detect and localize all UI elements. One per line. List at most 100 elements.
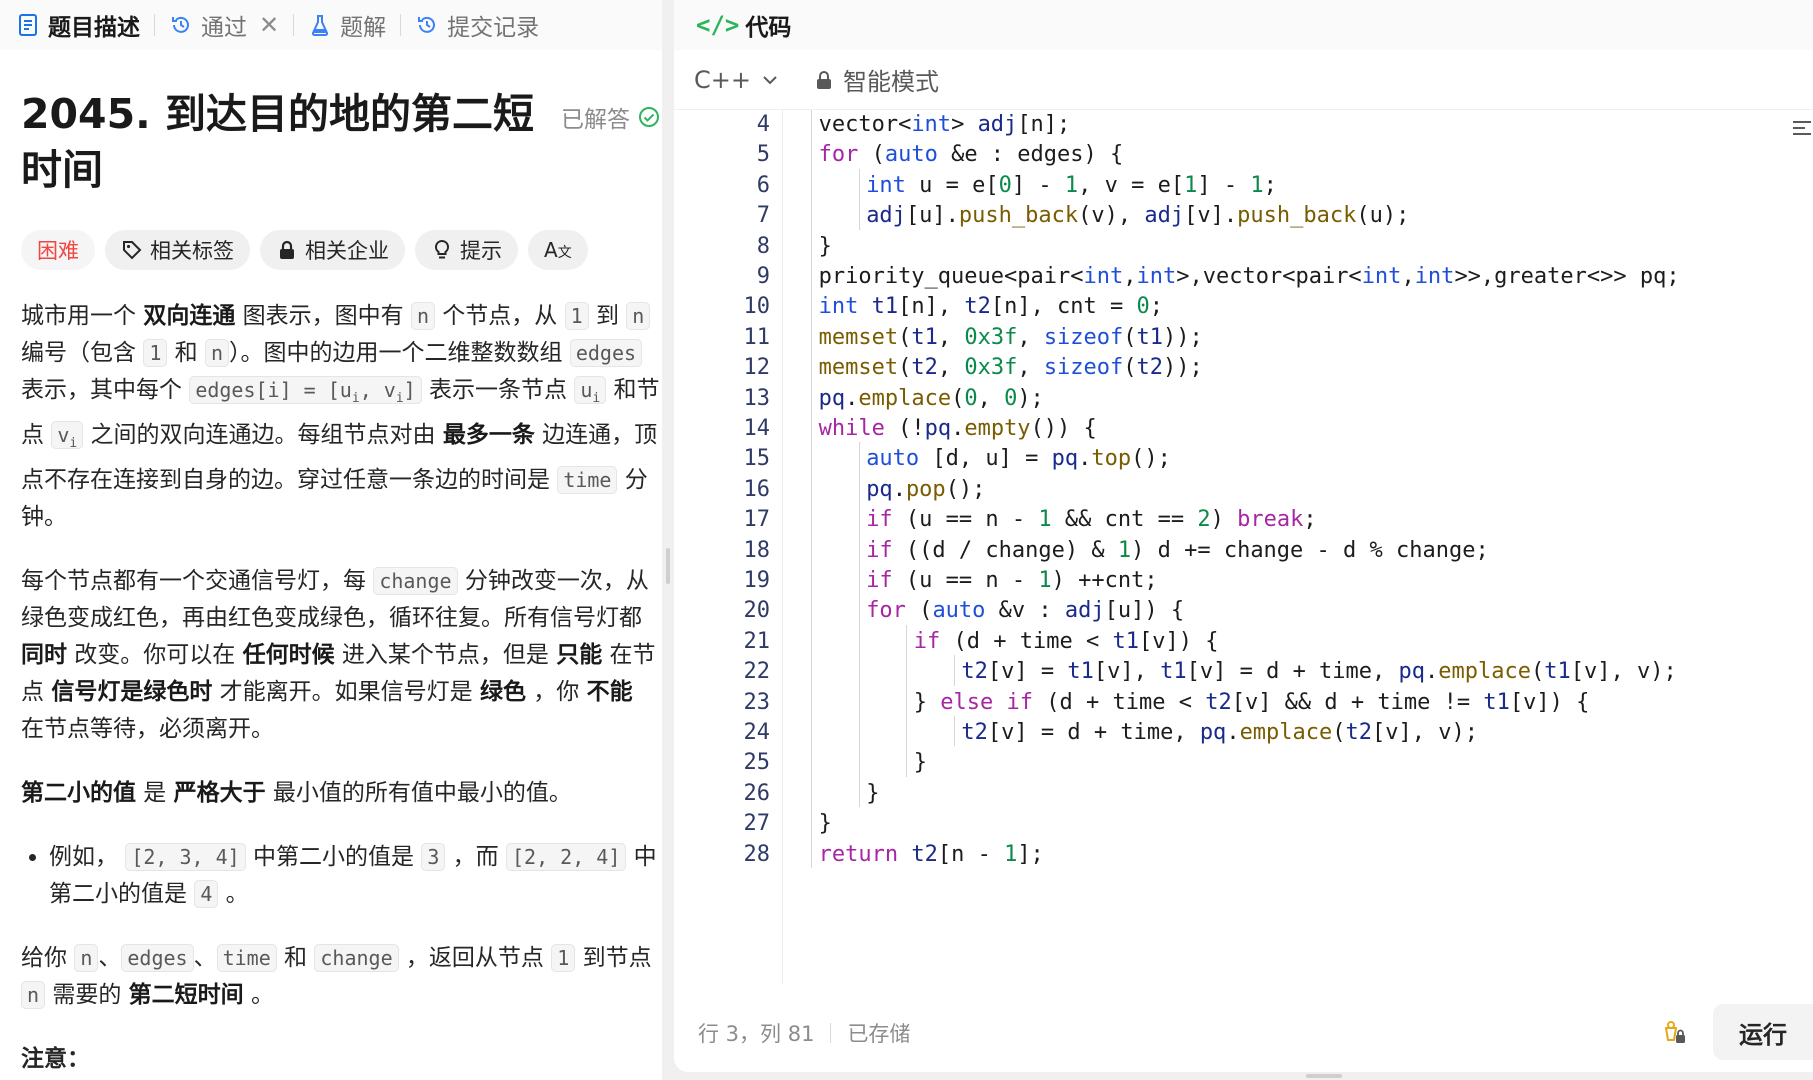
line-number: 7: [756, 203, 770, 229]
indent-guide: [811, 533, 812, 564]
editor-toolbar: C++ 智能模式: [674, 50, 1813, 135]
code-line: priority_queue<pair<int,int>,vector<pair…: [819, 264, 1680, 289]
text: 才能离开。如果信号灯是: [212, 679, 480, 705]
indent-guide: [811, 472, 812, 504]
indent-guide: [858, 168, 860, 200]
text: 给你: [21, 945, 75, 971]
document-icon: [16, 13, 40, 37]
code-token: sizeof: [1043, 324, 1124, 350]
code-token: &v :: [985, 598, 1065, 624]
indent-guide: [858, 503, 860, 534]
code-token: t2: [911, 841, 938, 867]
code-token: .: [892, 476, 906, 502]
inline-code: n: [204, 339, 230, 367]
resize-grip[interactable]: [666, 548, 670, 584]
line-number: 16: [743, 476, 771, 502]
flask-icon: [308, 13, 332, 37]
code-token: (: [1123, 355, 1137, 381]
note-heading: 注意：: [21, 1046, 90, 1072]
panel-resize-handle[interactable]: [662, 0, 674, 1080]
code-token: vector<: [818, 112, 912, 137]
code-token: pq: [1398, 659, 1426, 685]
page-title[interactable]: 2045. 到达目的地的第二短时间: [21, 86, 541, 198]
list-item: 例如， [2, 3, 4] 中第二小的值是 3 ，而 [2, 2, 4] 中第二…: [49, 839, 661, 913]
history-icon: [169, 13, 193, 37]
hint-button[interactable]: 提示: [415, 230, 518, 270]
code-line: memset(t2, 0x3f, sizeof(t2));: [819, 355, 1203, 380]
code-token: [n],: [898, 294, 965, 320]
code-token: for: [866, 598, 906, 624]
code-token: memset: [818, 324, 899, 350]
tab-description[interactable]: 题目描述: [16, 0, 140, 50]
text: 中第二小的值是: [245, 844, 422, 870]
related-tags-button[interactable]: 相关标签: [105, 230, 250, 270]
inline-code: vi: [51, 421, 84, 451]
code-token: t1: [1483, 689, 1510, 715]
code-token: ,: [937, 324, 965, 350]
inline-code: [2, 3, 4]: [125, 843, 246, 871]
text: ）。图中的边用一个二维整数数组: [229, 340, 570, 366]
language-select[interactable]: C++: [694, 66, 779, 94]
text: 城市用一个: [21, 303, 144, 329]
indent-guide: [858, 776, 860, 808]
code-token: 1: [1184, 172, 1198, 198]
text: u: [580, 378, 593, 402]
run-button[interactable]: 运行: [1713, 1004, 1813, 1060]
code-token: top: [1091, 446, 1132, 472]
code-token: [v]) {: [1138, 628, 1219, 654]
code-token: ;: [1303, 507, 1317, 533]
related-tags-label: 相关标签: [150, 239, 234, 263]
code-token: push_back: [958, 203, 1079, 229]
code-line: t2[v] = d + time, pq.emplace(t2[v], v);: [961, 720, 1478, 745]
code-token: [v]) {: [1509, 689, 1590, 715]
text: ，你: [525, 679, 587, 705]
code-token: if: [866, 507, 893, 533]
code-token: ,: [1123, 264, 1137, 289]
translate-button[interactable]: A文: [528, 230, 588, 270]
code-line: if (u == n - 1 && cnt == 2) break;: [866, 507, 1316, 532]
inline-code: change: [314, 944, 399, 972]
solved-status: 已解答: [561, 100, 660, 134]
tab-passed[interactable]: 通过 ✕: [169, 0, 279, 50]
code-token: t1: [871, 294, 899, 320]
code-token: .: [1425, 659, 1439, 685]
code-token: [v].: [1184, 203, 1238, 229]
code-line: if (d + time < t1[v]) {: [914, 629, 1219, 654]
code-token: t1: [1136, 324, 1164, 350]
code-panel-title: 代码: [745, 15, 792, 41]
related-companies-button[interactable]: 相关企业: [260, 230, 405, 270]
code-token: push_back: [1237, 203, 1357, 229]
code-token: pq: [1199, 720, 1227, 745]
indent-guide: [811, 503, 812, 534]
example-list: 例如， [2, 3, 4] 中第二小的值是 3 ，而 [2, 2, 4] 中第二…: [21, 839, 661, 913]
debug-icon[interactable]: [1658, 1018, 1688, 1048]
indent-guide: [811, 564, 812, 595]
code-token: int: [818, 294, 859, 320]
emphasis: 双向连通: [143, 303, 236, 329]
tab-separator: [400, 14, 402, 36]
code-token: auto: [866, 446, 920, 472]
code-token: 1: [1117, 537, 1132, 563]
difficulty-badge: 困难: [21, 230, 95, 270]
line-number: 26: [743, 780, 771, 806]
code-editor[interactable]: 4 vector<int> adj[n]; 5 for (auto &e : edge…: [674, 110, 1813, 984]
smart-mode-toggle[interactable]: 智能模式: [815, 62, 939, 97]
indent-guide: [953, 716, 955, 747]
text: 需要的: [45, 982, 129, 1008]
code-token: 1: [1250, 172, 1264, 198]
code-token: (d + time <: [940, 628, 1113, 654]
code-line: while (!pq.empty()) {: [819, 416, 1097, 441]
code-token: t1: [1112, 628, 1139, 654]
code-token: ) ++cnt;: [1051, 568, 1158, 593]
code-token: adj: [977, 112, 1018, 137]
close-icon[interactable]: ✕: [259, 11, 279, 39]
code-token: [n];: [1017, 112, 1071, 137]
code-token: t2: [1205, 689, 1232, 715]
tab-solutions[interactable]: 题解: [308, 0, 386, 50]
code-token: if: [866, 537, 893, 563]
subscript: i: [351, 391, 360, 406]
bottom-resize-grip[interactable]: [1306, 1074, 1342, 1078]
code-token: 2: [1197, 507, 1211, 533]
code-token: (u);: [1356, 203, 1410, 229]
tab-submissions[interactable]: 提交记录: [415, 0, 539, 50]
